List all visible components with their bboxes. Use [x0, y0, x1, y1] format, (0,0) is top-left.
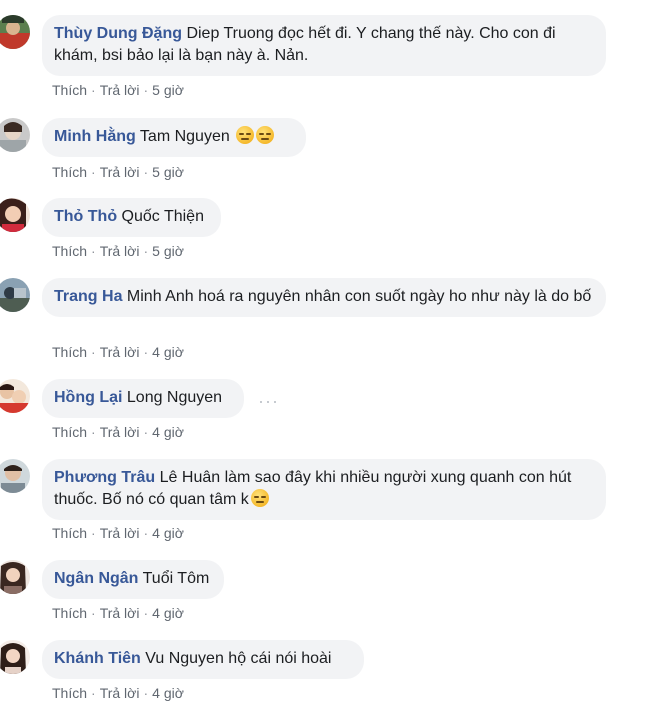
avatar[interactable]: [0, 15, 30, 49]
comment-time[interactable]: 4 giờ: [152, 525, 184, 541]
separator: ·: [91, 685, 96, 701]
separator: ·: [143, 424, 149, 440]
unamused-emoji-icon: [256, 126, 275, 144]
separator: ·: [91, 605, 96, 621]
comment-bubble: Khánh Tiên Vu Nguyen hộ cái nói hoài: [42, 640, 364, 679]
separator: ·: [91, 525, 96, 541]
avatar[interactable]: [0, 459, 30, 493]
separator: ·: [143, 164, 149, 180]
like-link[interactable]: Thích: [52, 82, 87, 98]
like-link[interactable]: Thích: [52, 164, 87, 180]
like-link[interactable]: Thích: [52, 685, 87, 701]
like-link[interactable]: Thích: [52, 525, 87, 541]
comment-author[interactable]: Khánh Tiên: [54, 650, 141, 667]
reply-link[interactable]: Trả lời: [100, 164, 140, 180]
comment-time[interactable]: 4 giờ: [152, 605, 184, 621]
separator: ·: [143, 605, 149, 621]
comment-text: Long Nguyen: [126, 389, 223, 406]
reply-link[interactable]: Trả lời: [100, 525, 140, 541]
separator: ·: [143, 525, 149, 541]
separator: ·: [143, 344, 149, 360]
more-options-icon[interactable]: ···: [258, 391, 279, 412]
avatar[interactable]: [0, 379, 30, 413]
comment-author[interactable]: Thỏ Thỏ: [54, 208, 117, 225]
comment-time[interactable]: 4 giờ: [152, 344, 184, 360]
like-link[interactable]: Thích: [52, 344, 87, 360]
reply-link[interactable]: Trả lời: [100, 82, 140, 98]
comment-author[interactable]: Ngân Ngân: [54, 570, 138, 587]
comment-time[interactable]: 5 giờ: [152, 164, 184, 180]
like-link[interactable]: Thích: [52, 424, 87, 440]
avatar[interactable]: [0, 118, 30, 152]
reply-link[interactable]: Trả lời: [100, 605, 140, 621]
comment-bubble: Thỏ Thỏ Quốc Thiện: [42, 198, 221, 237]
comment-actions: Thích · Trả lời · 4 giờ: [52, 424, 184, 440]
comment-author[interactable]: Phương Trâu: [54, 469, 155, 486]
reply-link[interactable]: Trả lời: [100, 344, 140, 360]
avatar[interactable]: [0, 640, 30, 674]
comment-text: Quốc Thiện: [121, 208, 204, 225]
separator: ·: [143, 243, 149, 259]
comment-actions: Thích · Trả lời · 5 giờ: [52, 82, 184, 98]
comment-author[interactable]: Minh Hằng: [54, 128, 136, 145]
disappointed-emoji-icon: [250, 489, 269, 507]
reply-link[interactable]: Trả lời: [100, 424, 140, 440]
unamused-emoji-icon: [236, 126, 255, 144]
comment-time[interactable]: 4 giờ: [152, 424, 184, 440]
comment-actions: Thích · Trả lời · 4 giờ: [52, 685, 184, 701]
like-link[interactable]: Thích: [52, 243, 87, 259]
comment-bubble: Minh Hằng Tam Nguyen: [42, 118, 306, 157]
comment-time[interactable]: 4 giờ: [152, 685, 184, 701]
comment-text: Tuổi Tôm: [142, 570, 210, 587]
comment-author[interactable]: Thùy Dung Đặng: [54, 25, 182, 42]
avatar[interactable]: [0, 278, 30, 312]
comment-time[interactable]: 5 giờ: [152, 243, 184, 259]
comment-bubble: Thùy Dung Đặng Diep Truong đọc hết đi. Y…: [42, 15, 606, 76]
separator: ·: [143, 82, 149, 98]
comment-bubble: Phương Trâu Lê Huân làm sao đây khi nhiề…: [42, 459, 606, 520]
comment-bubble: Ngân Ngân Tuổi Tôm: [42, 560, 224, 599]
comment-actions: Thích · Trả lời · 4 giờ: [52, 344, 184, 360]
separator: ·: [91, 344, 96, 360]
avatar[interactable]: [0, 560, 30, 594]
reply-link[interactable]: Trả lời: [100, 685, 140, 701]
like-link[interactable]: Thích: [52, 605, 87, 621]
comment-actions: Thích · Trả lời · 5 giờ: [52, 243, 184, 259]
comment-bubble: Hồng Lại Long Nguyen: [42, 379, 244, 418]
comment-author[interactable]: Trang Ha: [54, 288, 122, 305]
separator: ·: [91, 82, 96, 98]
reply-link[interactable]: Trả lời: [100, 243, 140, 259]
comment-actions: Thích · Trả lời · 5 giờ: [52, 164, 184, 180]
comment-list: Thùy Dung Đặng Diep Truong đọc hết đi. Y…: [0, 0, 650, 701]
separator: ·: [91, 424, 96, 440]
separator: ·: [91, 243, 96, 259]
comment-bubble: Trang Ha Minh Anh hoá ra nguyên nhân con…: [42, 278, 606, 317]
comment-text: Vu Nguyen hộ cái nói hoài: [145, 650, 332, 667]
comment-text: Minh Anh hoá ra nguyên nhân con suốt ngà…: [126, 288, 592, 305]
comment-time[interactable]: 5 giờ: [152, 82, 184, 98]
comment-actions: Thích · Trả lời · 4 giờ: [52, 605, 184, 621]
separator: ·: [143, 685, 149, 701]
avatar[interactable]: [0, 198, 30, 232]
comment-text: Tam Nguyen: [139, 128, 230, 145]
separator: ·: [91, 164, 96, 180]
comment-author[interactable]: Hồng Lại: [54, 389, 122, 406]
comment-actions: Thích · Trả lời · 4 giờ: [52, 525, 184, 541]
